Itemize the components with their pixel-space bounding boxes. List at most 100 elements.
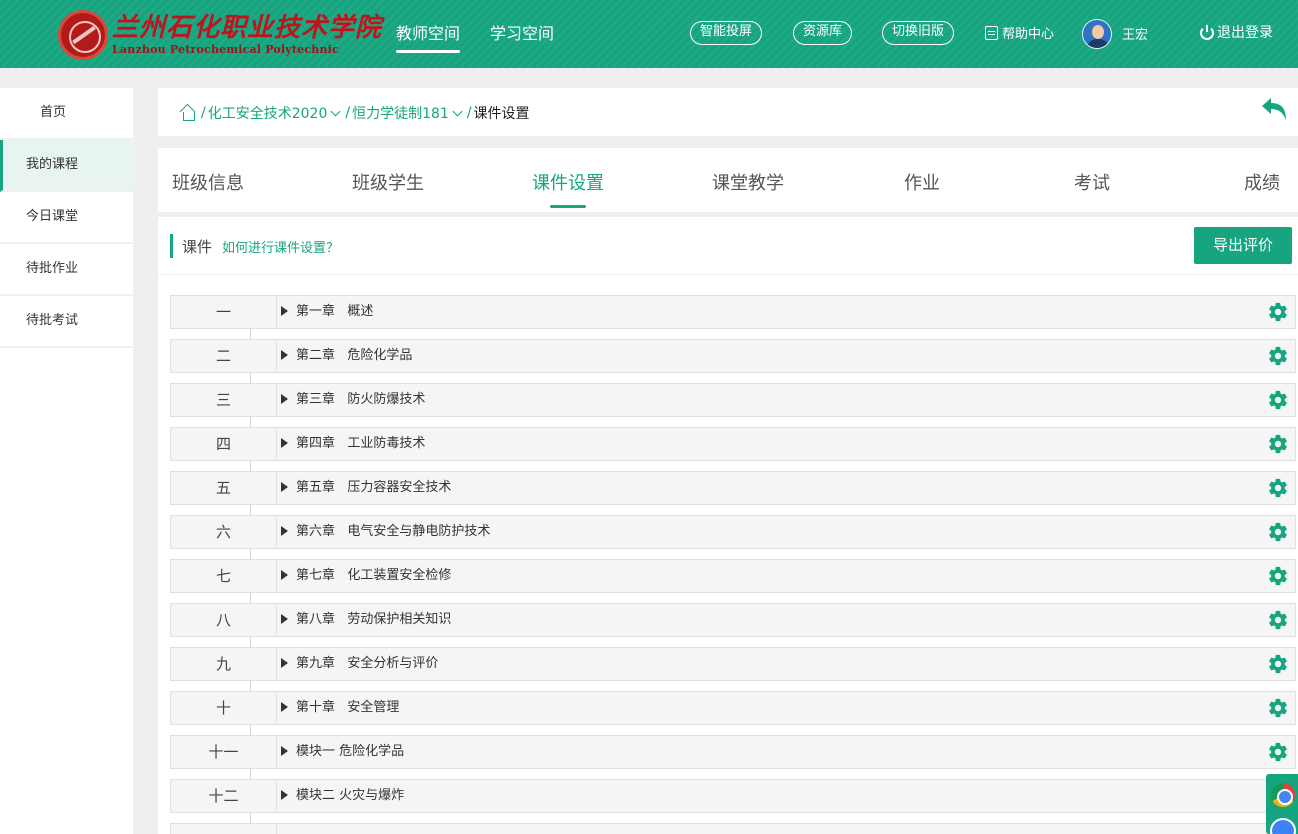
resource-library-button[interactable]: 资源库 <box>793 21 853 45</box>
tab-class-students[interactable]: 班级学生 <box>352 169 424 195</box>
chapter-row[interactable]: 十 第十章 安全管理 <box>170 691 1296 735</box>
expand-triangle-icon[interactable] <box>281 658 288 668</box>
chapter-row[interactable]: 一 第一章 概述 <box>170 295 1296 339</box>
section-accent-bar <box>170 234 173 258</box>
nav-learning-space[interactable]: 学习空间 <box>490 22 554 46</box>
chevron-down-icon[interactable] <box>452 106 463 116</box>
help-center-link[interactable]: 帮助中心 <box>985 23 1054 42</box>
export-evaluation-button[interactable]: 导出评价 <box>1194 227 1292 264</box>
chapter-number: 七 <box>171 560 277 592</box>
chapter-title: 模块一 危险化学品 <box>296 744 405 759</box>
breadcrumb-class[interactable]: 恒力学徒制181 <box>352 103 449 123</box>
expand-triangle-icon[interactable] <box>281 394 288 404</box>
gear-icon[interactable] <box>1267 609 1289 631</box>
smart-projection-button[interactable]: 智能投屏 <box>690 21 763 45</box>
chapter-number: 二 <box>171 340 277 372</box>
chapter-number: 十二 <box>171 780 277 812</box>
chapter-row[interactable]: 十二 模块二 火灾与爆炸 <box>170 779 1296 823</box>
courseware-help-link[interactable]: 如何进行课件设置？ <box>222 237 339 256</box>
chapter-row[interactable]: 七 第七章 化工装置安全检修 <box>170 559 1296 603</box>
expand-triangle-icon[interactable] <box>281 570 288 580</box>
expand-triangle-icon[interactable] <box>281 702 288 712</box>
expand-triangle-icon[interactable] <box>281 790 288 800</box>
breadcrumb-bar: / 化工安全技术2020 / 恒力学徒制181 / 课件设置 <box>158 88 1298 136</box>
breadcrumb-course[interactable]: 化工安全技术2020 <box>208 103 328 123</box>
expand-triangle-icon[interactable] <box>281 482 288 492</box>
chevron-down-icon[interactable] <box>330 106 341 116</box>
back-arrow-icon[interactable] <box>1260 96 1288 122</box>
gear-icon[interactable] <box>1267 741 1289 763</box>
sidebar-item-home[interactable]: 首页 <box>0 88 133 140</box>
expand-triangle-icon[interactable] <box>281 438 288 448</box>
tab-class-info[interactable]: 班级信息 <box>172 169 244 195</box>
floating-browser-widget[interactable] <box>1266 774 1298 834</box>
chapter-title: 第一章 概述 <box>296 304 374 319</box>
chapter-title: 第七章 化工装置安全检修 <box>296 568 452 583</box>
chapter-row[interactable] <box>170 823 1296 834</box>
switch-old-version-button[interactable]: 切换旧版 <box>882 21 955 45</box>
chapter-title: 第九章 安全分析与评价 <box>296 656 439 671</box>
help-center-label: 帮助中心 <box>1002 27 1055 42</box>
gear-icon[interactable] <box>1267 521 1289 543</box>
class-tabs: 班级信息 班级学生 课件设置 课堂教学 作业 考试 成绩 <box>158 148 1298 212</box>
chapter-row[interactable]: 二 第二章 危险化学品 <box>170 339 1296 383</box>
chapter-row[interactable]: 五 第五章 压力容器安全技术 <box>170 471 1296 515</box>
expand-triangle-icon[interactable] <box>281 746 288 756</box>
expand-triangle-icon[interactable] <box>281 350 288 360</box>
chapter-number: 三 <box>171 384 277 416</box>
chapter-row[interactable]: 八 第八章 劳动保护相关知识 <box>170 603 1296 647</box>
sidebar-item-today-class[interactable]: 今日课堂 <box>0 192 133 244</box>
chapter-title: 第二章 危险化学品 <box>296 348 413 363</box>
chapter-title: 第八章 劳动保护相关知识 <box>296 612 452 627</box>
tab-homework[interactable]: 作业 <box>904 169 940 195</box>
divider <box>158 274 1298 275</box>
gear-icon[interactable] <box>1267 477 1289 499</box>
breadcrumb-current: 课件设置 <box>473 106 530 122</box>
sidebar-item-pending-homework[interactable]: 待批作业 <box>0 244 133 296</box>
chapter-title: 第五章 压力容器安全技术 <box>296 480 452 495</box>
gear-icon[interactable] <box>1267 389 1289 411</box>
gear-icon[interactable] <box>1267 433 1289 455</box>
gear-icon[interactable] <box>1267 345 1289 367</box>
top-header: 兰州石化职业技术学院 Lanzhou Petrochemical Polytec… <box>0 0 1298 68</box>
school-logo[interactable]: 兰州石化职业技术学院 Lanzhou Petrochemical Polytec… <box>58 10 382 60</box>
avatar-face <box>1092 25 1104 39</box>
gear-icon[interactable] <box>1267 301 1289 323</box>
logo-chinese-name: 兰州石化职业技术学院 <box>112 13 383 43</box>
chapter-row[interactable]: 三 第三章 防火防爆技术 <box>170 383 1296 427</box>
chapter-number <box>171 824 277 834</box>
sidebar-item-my-courses[interactable]: 我的课程 <box>0 140 133 192</box>
chapter-title: 第十章 安全管理 <box>296 700 400 715</box>
chrome-icon[interactable] <box>1271 783 1295 807</box>
chapter-number: 八 <box>171 604 277 636</box>
expand-triangle-icon[interactable] <box>281 306 288 316</box>
tab-classroom-teaching[interactable]: 课堂教学 <box>712 169 784 195</box>
gear-icon[interactable] <box>1267 653 1289 675</box>
gear-icon[interactable] <box>1267 565 1289 587</box>
help-document-icon <box>985 25 998 40</box>
gear-icon[interactable] <box>1267 697 1289 719</box>
chapter-row[interactable]: 六 第六章 电气安全与静电防护技术 <box>170 515 1296 559</box>
chapter-number: 五 <box>171 472 277 504</box>
expand-triangle-icon[interactable] <box>281 526 288 536</box>
tab-grades[interactable]: 成绩 <box>1244 169 1280 195</box>
home-icon[interactable] <box>180 105 196 121</box>
user-avatar[interactable] <box>1082 19 1112 49</box>
chapter-row[interactable]: 四 第四章 工业防毒技术 <box>170 427 1296 471</box>
logout-label: 退出登录 <box>1217 25 1273 41</box>
chapter-row[interactable]: 十一 模块一 危险化学品 <box>170 735 1296 779</box>
sidebar-item-pending-exams[interactable]: 待批考试 <box>0 296 133 348</box>
chapter-title: 第三章 防火防爆技术 <box>296 392 426 407</box>
logout-button[interactable]: 退出登录 <box>1200 22 1273 42</box>
nav-teacher-space[interactable]: 教师空间 <box>396 22 461 53</box>
breadcrumb-separator: / <box>201 105 206 121</box>
logo-english-name: Lanzhou Petrochemical Polytechnic <box>112 43 339 56</box>
section-title: 课件 <box>182 237 213 256</box>
floating-circle-icon[interactable] <box>1270 818 1296 834</box>
tab-courseware-settings[interactable]: 课件设置 <box>532 169 604 208</box>
courseware-toolbar: 课件 如何进行课件设置？ <box>170 234 339 258</box>
expand-triangle-icon[interactable] <box>281 614 288 624</box>
tab-exams[interactable]: 考试 <box>1074 169 1110 195</box>
username[interactable]: 王宏 <box>1122 24 1148 43</box>
chapter-row[interactable]: 九 第九章 安全分析与评价 <box>170 647 1296 691</box>
